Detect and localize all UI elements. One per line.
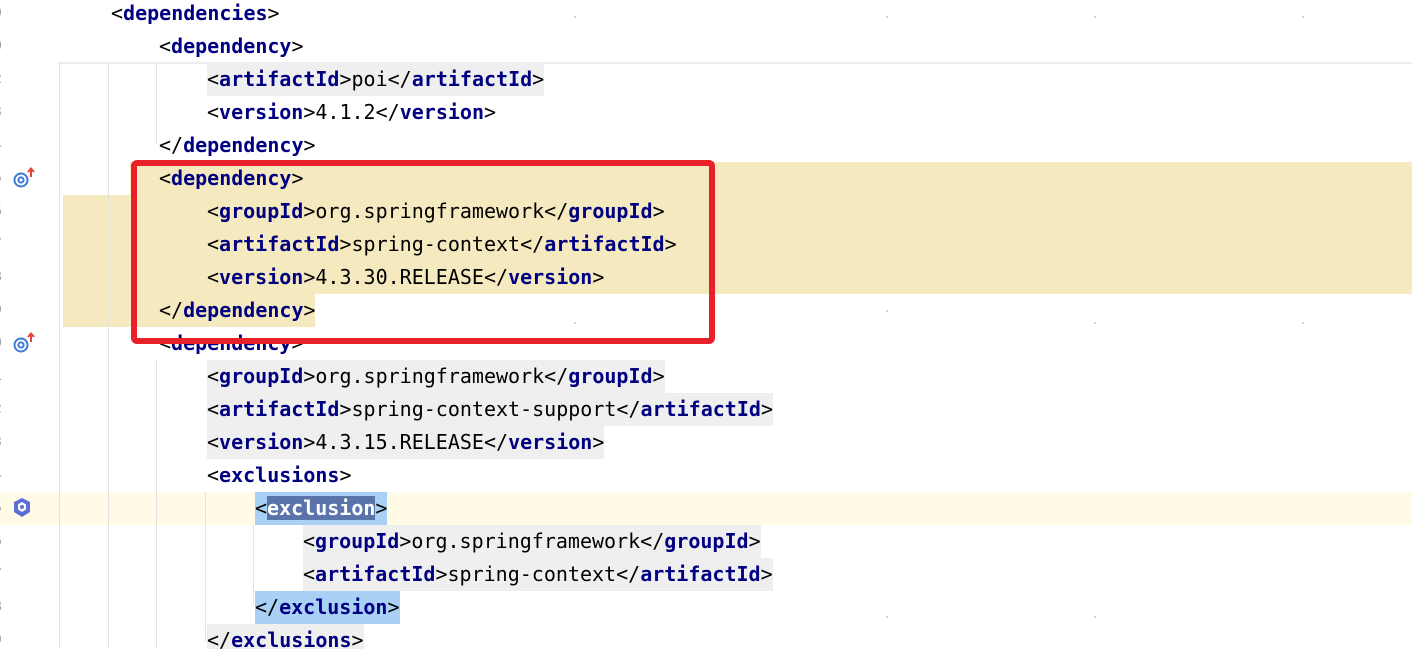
code-line[interactable]: <exclusions> (0, 459, 1412, 492)
xml-tag-open-matched: <exclusion> (255, 492, 388, 525)
xml-element: <artifactId>poi</artifactId> (207, 63, 545, 96)
code-line[interactable]: </dependency> (0, 129, 1412, 162)
xml-tag-close: </exclusions> (207, 624, 364, 649)
code-line[interactable]: <artifactId>spring-context</artifactId> (0, 558, 1412, 591)
code-line[interactable]: <dependencies> (0, 0, 1412, 30)
code-line[interactable]: <groupId>org.springframework</groupId> (0, 525, 1412, 558)
code-line[interactable]: </exclusion> (0, 591, 1412, 624)
annotation-highlight-box (131, 160, 715, 344)
xml-element: <artifactId>spring-context-support</arti… (207, 393, 773, 426)
xml-tag-open: <dependencies> (111, 1, 280, 25)
code-line[interactable]: <exclusion> (0, 492, 1412, 525)
xml-tag-open: <exclusions> (207, 463, 352, 487)
xml-element: <artifactId>spring-context</artifactId> (303, 558, 773, 591)
code-line[interactable]: <groupId>org.springframework</groupId> (0, 360, 1412, 393)
xml-tag-open: <dependency> (159, 34, 304, 58)
code-line[interactable]: <version>4.1.2</version> (0, 96, 1412, 129)
code-editor[interactable]: 9 0 2 3 4 5 6 7 8 9 0 1 2 3 4 5 6 7 8 9 (0, 0, 1412, 649)
xml-element: <groupId>org.springframework</groupId> (303, 525, 761, 558)
xml-element: <version>4.3.15.RELEASE</version> (207, 426, 605, 459)
xml-tag-close: </dependency> (159, 133, 316, 157)
xml-element: <version>4.1.2</version> (207, 100, 497, 124)
xml-element: <groupId>org.springframework</groupId> (207, 360, 665, 393)
code-line[interactable]: <artifactId>spring-context-support</arti… (0, 393, 1412, 426)
code-line[interactable]: </exclusions> (0, 624, 1412, 649)
xml-tag-close-matched: </exclusion> (255, 591, 400, 624)
code-line[interactable]: <version>4.3.15.RELEASE</version> (0, 426, 1412, 459)
code-line[interactable]: <dependency> (0, 30, 1412, 63)
code-line[interactable]: <artifactId>poi</artifactId> (0, 63, 1412, 96)
